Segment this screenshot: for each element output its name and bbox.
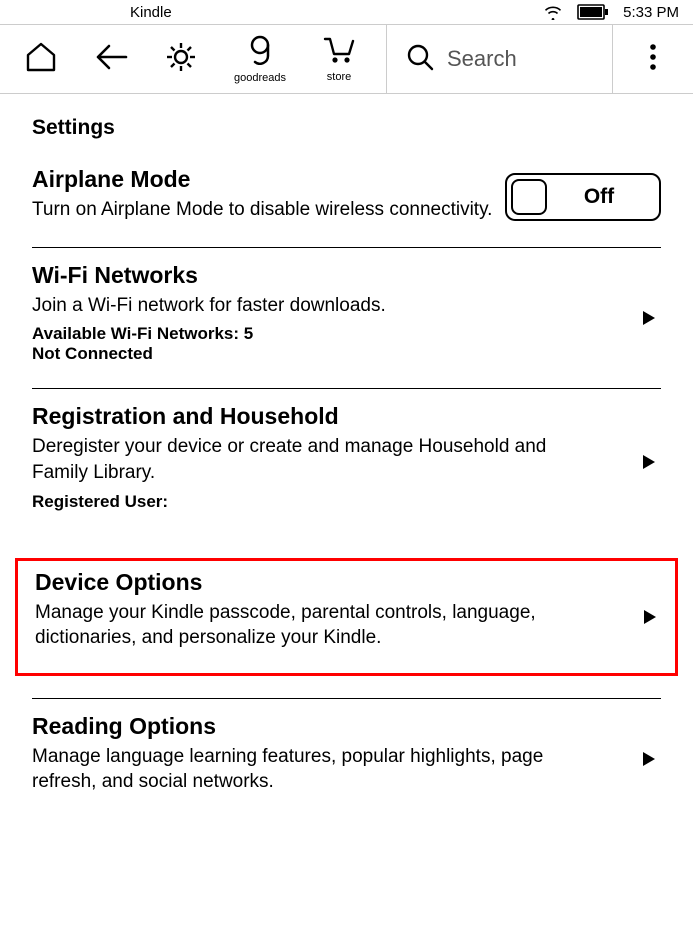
store-label: store xyxy=(327,71,351,83)
status-right: 5:33 PM xyxy=(543,4,679,21)
device-desc: Manage your Kindle passcode, parental co… xyxy=(35,600,658,651)
status-bar: Kindle 5:33 PM xyxy=(0,0,693,24)
battery-icon xyxy=(577,4,609,20)
goodreads-button[interactable]: goodreads xyxy=(234,25,286,93)
chevron-right-icon xyxy=(641,453,657,471)
setting-wifi[interactable]: Wi-Fi Networks Join a Wi-Fi network for … xyxy=(32,248,661,390)
registration-title: Registration and Household xyxy=(32,403,661,430)
store-button[interactable]: store xyxy=(322,25,356,93)
wifi-title: Wi-Fi Networks xyxy=(32,262,661,289)
app-name-label: Kindle xyxy=(130,4,172,21)
airplane-toggle[interactable]: Off xyxy=(505,173,661,221)
search-button[interactable]: Search xyxy=(386,25,613,93)
toolbar-left: goodreads store xyxy=(0,25,386,93)
toolbar: goodreads store Search xyxy=(0,24,693,94)
setting-reading-options[interactable]: Reading Options Manage language learning… xyxy=(32,699,661,819)
setting-device-options[interactable]: Device Options Manage your Kindle passco… xyxy=(15,558,678,676)
search-icon xyxy=(405,42,435,77)
wifi-desc: Join a Wi-Fi network for faster download… xyxy=(32,293,661,319)
registration-user-label: Registered User: xyxy=(32,492,661,512)
chevron-right-icon xyxy=(641,750,657,768)
gear-icon xyxy=(164,40,198,79)
back-button[interactable] xyxy=(94,25,128,93)
search-placeholder: Search xyxy=(447,46,517,72)
settings-content: Settings Airplane Mode Turn on Airplane … xyxy=(0,94,693,819)
wifi-icon xyxy=(543,4,563,20)
reading-title: Reading Options xyxy=(32,713,661,740)
clock-label: 5:33 PM xyxy=(623,4,679,21)
cart-icon xyxy=(322,36,356,69)
menu-button[interactable] xyxy=(613,25,693,93)
chevron-right-icon xyxy=(642,608,658,626)
home-icon xyxy=(24,41,58,78)
airplane-title: Airplane Mode xyxy=(32,166,495,193)
goodreads-icon xyxy=(247,35,273,70)
airplane-desc: Turn on Airplane Mode to disable wireles… xyxy=(32,197,495,223)
device-title: Device Options xyxy=(35,569,658,596)
toggle-knob xyxy=(511,179,547,215)
setting-registration[interactable]: Registration and Household Deregister yo… xyxy=(32,389,661,535)
goodreads-label: goodreads xyxy=(234,72,286,84)
setting-airplane-mode: Airplane Mode Turn on Airplane Mode to d… xyxy=(32,166,661,248)
kebab-menu-icon xyxy=(649,43,657,76)
chevron-right-icon xyxy=(641,309,657,327)
reading-desc: Manage language learning features, popul… xyxy=(32,744,661,795)
airplane-toggle-label: Off xyxy=(547,185,659,209)
registration-desc: Deregister your device or create and man… xyxy=(32,434,661,485)
wifi-available-label: Available Wi-Fi Networks: 5 xyxy=(32,324,661,344)
page-title: Settings xyxy=(32,116,661,140)
back-arrow-icon xyxy=(94,43,128,76)
home-button[interactable] xyxy=(24,25,58,93)
settings-button[interactable] xyxy=(164,25,198,93)
wifi-status-label: Not Connected xyxy=(32,344,661,364)
